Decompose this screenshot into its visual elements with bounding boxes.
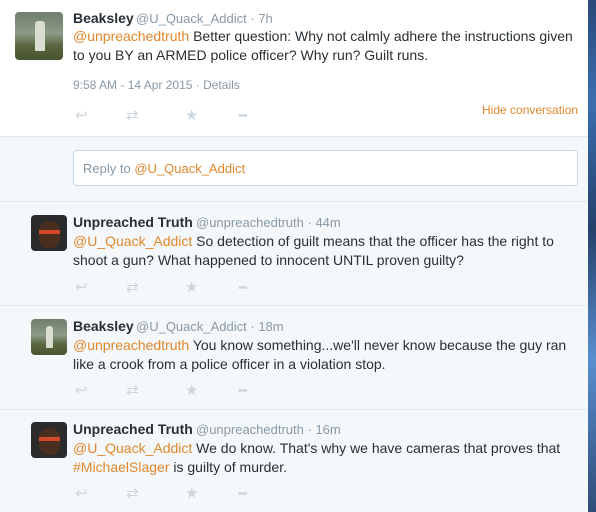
divider [0, 305, 588, 306]
tweet-actions: ↩ ⇄ ★ ••• [75, 486, 275, 502]
focus-tweet: Beaksley @U_Quack_Addict · 7h @unpreache… [0, 0, 588, 137]
tweet-text-line1: Better question: Why not calmly adhere t… [189, 28, 573, 44]
reply-icon[interactable]: ↩ [75, 486, 88, 502]
author-name[interactable]: Beaksley [73, 10, 134, 26]
tweet-text: @U_Quack_Addict So detection of guilt me… [73, 232, 583, 270]
tweet-age[interactable]: · 16m [308, 422, 341, 437]
reply-icon[interactable]: ↩ [75, 108, 88, 124]
author-handle[interactable]: @U_Quack_Addict · 18m [136, 319, 284, 334]
favorite-icon[interactable]: ★ [185, 108, 198, 124]
retweet-icon[interactable]: ⇄ [126, 280, 139, 296]
handle-text[interactable]: @U_Quack_Addict [136, 319, 247, 334]
handle-text[interactable]: @unpreachedtruth [196, 215, 304, 230]
tweet-panel: Beaksley @U_Quack_Addict · 7h @unpreache… [0, 0, 588, 512]
tweet-text-line2: to you BY an ARMED police officer? Why r… [73, 47, 429, 63]
tweet-timestamp[interactable]: 9:58 AM - 14 Apr 2015 [73, 78, 192, 92]
more-icon[interactable]: ••• [238, 108, 248, 124]
tweet-meta: 9:58 AM - 14 Apr 2015 · Details [73, 78, 240, 92]
mention-link[interactable]: @unpreachedtruth [73, 337, 189, 353]
author-name[interactable]: Unpreached Truth [73, 421, 193, 437]
retweet-icon[interactable]: ⇄ [126, 108, 139, 124]
tweet-text-line1: So detection of guilt means that the off… [192, 233, 554, 249]
tweet-text: @U_Quack_Addict We do know. That's why w… [73, 439, 583, 477]
author-name[interactable]: Unpreached Truth [73, 214, 193, 230]
tweet-actions: ↩ ⇄ ★ ••• [75, 108, 275, 124]
author-name[interactable]: Beaksley [73, 318, 134, 334]
favorite-icon[interactable]: ★ [185, 486, 198, 502]
avatar[interactable] [31, 215, 67, 251]
divider [0, 201, 588, 202]
mention-link[interactable]: @unpreachedtruth [73, 28, 189, 44]
author-handle[interactable]: @unpreachedtruth · 16m [196, 422, 341, 437]
reply-mention: @U_Quack_Addict [134, 161, 246, 176]
tweet-age[interactable]: · 18m [250, 319, 283, 334]
tweet-text-line2: shoot a gun? What happened to innocent U… [73, 252, 464, 268]
reply-input[interactable]: Reply to @U_Quack_Addict [73, 150, 578, 186]
avatar[interactable] [15, 12, 63, 60]
mention-link[interactable]: @U_Quack_Addict [73, 233, 192, 249]
handle-text[interactable]: @unpreachedtruth [196, 422, 304, 437]
divider [0, 136, 588, 137]
tweet-text-line1: We do know. That's why we have cameras t… [192, 440, 561, 456]
more-icon[interactable]: ••• [238, 280, 248, 296]
retweet-icon[interactable]: ⇄ [126, 383, 139, 399]
handle-text[interactable]: @U_Quack_Addict [136, 11, 247, 26]
tweet-actions: ↩ ⇄ ★ ••• [75, 280, 275, 296]
more-icon[interactable]: ••• [238, 486, 248, 502]
tweet-text-line1: You know something...we'll never know be… [189, 337, 567, 353]
tweet-actions: ↩ ⇄ ★ ••• [75, 383, 275, 399]
more-icon[interactable]: ••• [238, 383, 248, 399]
details-link[interactable]: · Details [196, 78, 240, 92]
hashtag-link[interactable]: #MichaelSlager [73, 459, 170, 475]
author-handle[interactable]: @unpreachedtruth · 44m [196, 215, 341, 230]
favorite-icon[interactable]: ★ [185, 383, 198, 399]
tweet-text-line2: is guilty of murder. [169, 459, 287, 475]
avatar[interactable] [31, 319, 67, 355]
reply-icon[interactable]: ↩ [75, 280, 88, 296]
mention-link[interactable]: @U_Quack_Addict [73, 440, 192, 456]
divider [0, 409, 588, 410]
favorite-icon[interactable]: ★ [185, 280, 198, 296]
tweet-age[interactable]: · 7h [250, 11, 272, 26]
retweet-icon[interactable]: ⇄ [126, 486, 139, 502]
author-handle[interactable]: @U_Quack_Addict · 7h [136, 11, 273, 26]
tweet-text: @unpreachedtruth Better question: Why no… [73, 27, 583, 65]
reply-prefix: Reply to [83, 161, 135, 176]
tweet-text-line2: like a crook from a police officer in a … [73, 356, 386, 372]
hide-conversation-link[interactable]: Hide conversation [482, 103, 578, 117]
tweet-age[interactable]: · 44m [308, 215, 341, 230]
reply-icon[interactable]: ↩ [75, 383, 88, 399]
avatar[interactable] [31, 422, 67, 458]
tweet-text: @unpreachedtruth You know something...we… [73, 336, 583, 374]
